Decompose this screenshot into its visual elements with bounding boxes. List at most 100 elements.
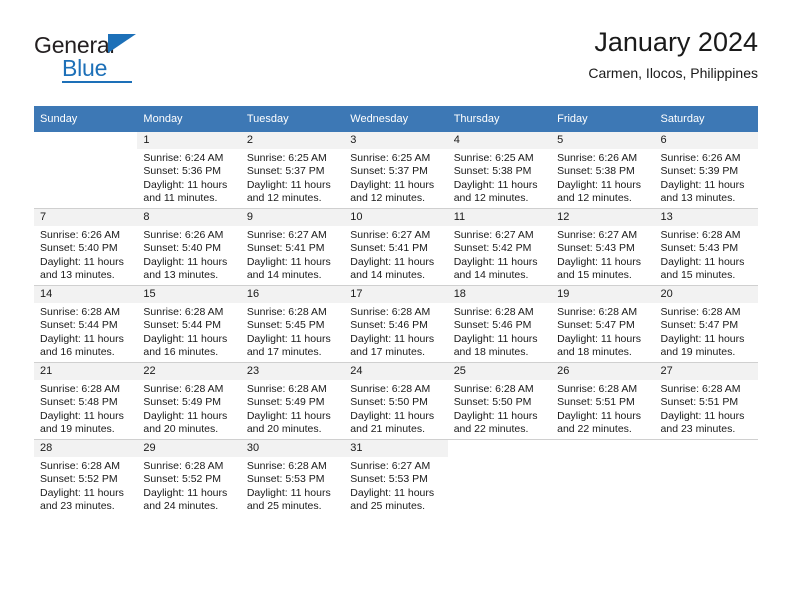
calendar-day-cell[interactable]: 10 Sunrise: 6:27 AM Sunset: 5:41 PM Dayligh…	[344, 209, 448, 285]
day-cell-inner	[551, 440, 655, 516]
calendar-day-cell[interactable]: 11 Sunrise: 6:27 AM Sunset: 5:42 PM Dayligh…	[447, 209, 552, 285]
sunset-text: Sunset: 5:40 PM	[40, 242, 118, 255]
calendar-day-cell[interactable]: 3 Sunrise: 6:25 AM Sunset: 5:37 PM Daylight…	[344, 132, 448, 208]
daylight-text-line1: Daylight: 11 hours	[350, 255, 435, 268]
weekday-header-thursday: Thursday	[447, 106, 552, 132]
daylight-text-line1: Daylight: 11 hours	[40, 332, 124, 345]
calendar-day-cell[interactable]: 5 Sunrise: 6:26 AM Sunset: 5:38 PM Daylight…	[551, 132, 655, 208]
calendar-day-cell[interactable]: 12 Sunrise: 6:27 AM Sunset: 5:43 PM Dayligh…	[551, 209, 655, 285]
day-cell-inner	[34, 132, 138, 208]
calendar-day-cell[interactable]: 16 Sunrise: 6:28 AM Sunset: 5:45 PM Dayligh…	[240, 286, 345, 362]
day-number: 26	[551, 363, 655, 380]
weekday-header-monday: Monday	[137, 106, 241, 132]
day-number: 30	[240, 440, 345, 457]
calendar-day-cell[interactable]: 17 Sunrise: 6:28 AM Sunset: 5:46 PM Dayligh…	[344, 286, 448, 362]
calendar-day-cell[interactable]: 21 Sunrise: 6:28 AM Sunset: 5:48 PM Dayligh…	[34, 363, 138, 439]
day-details	[655, 457, 758, 460]
sunset-text: Sunset: 5:49 PM	[143, 396, 222, 409]
calendar-day-cell[interactable]: 27 Sunrise: 6:28 AM Sunset: 5:51 PM Dayligh…	[654, 363, 758, 439]
day-number: 1	[137, 132, 241, 149]
day-cell-inner: 18 Sunrise: 6:28 AM Sunset: 5:46 PM Dayligh…	[447, 286, 552, 362]
calendar-day-cell[interactable]: 13 Sunrise: 6:28 AM Sunset: 5:43 PM Dayligh…	[654, 209, 758, 285]
sunset-text: Sunset: 5:39 PM	[660, 165, 739, 178]
day-number: 29	[137, 440, 241, 457]
day-details: Sunrise: 6:26 AM Sunset: 5:40 PM Daylight:…	[137, 226, 240, 283]
calendar-day-cell[interactable]: 9 Sunrise: 6:27 AM Sunset: 5:41 PM Daylight…	[240, 209, 345, 285]
daylight-text-line2: and 12 minutes.	[453, 192, 529, 205]
day-cell-inner	[654, 440, 758, 516]
calendar-day-cell[interactable]: 1 Sunrise: 6:24 AM Sunset: 5:36 PM Daylight…	[137, 132, 241, 208]
page-title: January 2024	[594, 27, 758, 57]
calendar-day-cell[interactable]: 2 Sunrise: 6:25 AM Sunset: 5:37 PM Daylight…	[240, 132, 345, 208]
calendar-day-cell[interactable]: 29 Sunrise: 6:28 AM Sunset: 5:52 PM Dayligh…	[137, 440, 241, 516]
sunrise-text: Sunrise: 6:28 AM	[246, 460, 327, 472]
page-subtitle: Carmen, Ilocos, Philippines	[588, 65, 758, 81]
day-details: Sunrise: 6:28 AM Sunset: 5:50 PM Daylight:…	[448, 380, 551, 437]
day-number: 11	[447, 209, 552, 226]
calendar-day-cell[interactable]: 26 Sunrise: 6:28 AM Sunset: 5:51 PM Dayligh…	[551, 363, 655, 439]
daylight-text-line1: Daylight: 11 hours	[246, 332, 331, 345]
sunrise-text: Sunrise: 6:27 AM	[350, 229, 431, 241]
sunrise-text: Sunrise: 6:28 AM	[143, 306, 224, 318]
daylight-text-line2: and 13 minutes.	[660, 192, 736, 205]
day-number: 3	[344, 132, 448, 149]
sunset-text: Sunset: 5:53 PM	[246, 473, 325, 486]
daylight-text-line1: Daylight: 11 hours	[557, 332, 641, 345]
daylight-text-line2: and 15 minutes.	[660, 269, 736, 282]
day-details: Sunrise: 6:28 AM Sunset: 5:49 PM Daylight:…	[241, 380, 344, 437]
calendar-day-cell[interactable]: 24 Sunrise: 6:28 AM Sunset: 5:50 PM Dayligh…	[344, 363, 448, 439]
calendar-day-cell[interactable]: 19 Sunrise: 6:28 AM Sunset: 5:47 PM Dayligh…	[551, 286, 655, 362]
sunrise-text: Sunrise: 6:28 AM	[660, 383, 741, 395]
daylight-text-line1: Daylight: 11 hours	[350, 332, 435, 345]
sunrise-text: Sunrise: 6:24 AM	[143, 152, 224, 164]
day-cell-inner: 9 Sunrise: 6:27 AM Sunset: 5:41 PM Daylight…	[240, 209, 345, 285]
day-details: Sunrise: 6:28 AM Sunset: 5:44 PM Daylight:…	[34, 303, 137, 360]
calendar-day-cell[interactable]: 4 Sunrise: 6:25 AM Sunset: 5:38 PM Daylight…	[447, 132, 552, 208]
day-number: 21	[34, 363, 138, 380]
day-details: Sunrise: 6:27 AM Sunset: 5:41 PM Daylight:…	[344, 226, 447, 283]
sunset-text: Sunset: 5:37 PM	[246, 165, 325, 178]
logo-underline	[62, 81, 132, 83]
calendar-day-cell[interactable]: 18 Sunrise: 6:28 AM Sunset: 5:46 PM Dayligh…	[447, 286, 552, 362]
calendar-day-cell[interactable]: 31 Sunrise: 6:27 AM Sunset: 5:53 PM Dayligh…	[344, 440, 448, 516]
day-number	[34, 132, 138, 149]
calendar-week-row: 14 Sunrise: 6:28 AM Sunset: 5:44 PM Dayligh…	[34, 286, 758, 362]
day-cell-inner: 25 Sunrise: 6:28 AM Sunset: 5:50 PM Dayligh…	[447, 363, 552, 439]
sunrise-text: Sunrise: 6:27 AM	[557, 229, 638, 241]
day-cell-inner: 24 Sunrise: 6:28 AM Sunset: 5:50 PM Dayligh…	[344, 363, 448, 439]
sunrise-text: Sunrise: 6:27 AM	[246, 229, 327, 241]
calendar-day-cell[interactable]: 23 Sunrise: 6:28 AM Sunset: 5:49 PM Dayligh…	[240, 363, 345, 439]
day-cell-inner: 23 Sunrise: 6:28 AM Sunset: 5:49 PM Dayligh…	[240, 363, 345, 439]
calendar-day-cell[interactable]: 8 Sunrise: 6:26 AM Sunset: 5:40 PM Daylight…	[137, 209, 241, 285]
day-details: Sunrise: 6:25 AM Sunset: 5:37 PM Daylight:…	[344, 149, 447, 206]
daylight-text-line1: Daylight: 11 hours	[453, 409, 538, 422]
day-details: Sunrise: 6:28 AM Sunset: 5:50 PM Daylight:…	[344, 380, 447, 437]
general-blue-logo[interactable]: General Blue	[34, 32, 164, 86]
sunrise-text: Sunrise: 6:25 AM	[246, 152, 327, 164]
calendar-day-cell[interactable]: 14 Sunrise: 6:28 AM Sunset: 5:44 PM Dayligh…	[34, 286, 138, 362]
sunset-text: Sunset: 5:47 PM	[557, 319, 635, 332]
daylight-text-line1: Daylight: 11 hours	[660, 332, 745, 345]
calendar-day-cell[interactable]: 7 Sunrise: 6:26 AM Sunset: 5:40 PM Daylight…	[34, 209, 138, 285]
calendar-cell-empty	[34, 132, 138, 208]
sunset-text: Sunset: 5:41 PM	[246, 242, 325, 255]
day-number: 14	[34, 286, 138, 303]
day-details: Sunrise: 6:28 AM Sunset: 5:52 PM Daylight:…	[34, 457, 137, 514]
daylight-text-line2: and 22 minutes.	[557, 423, 632, 436]
calendar-day-cell[interactable]: 22 Sunrise: 6:28 AM Sunset: 5:49 PM Dayligh…	[137, 363, 241, 439]
calendar-day-cell[interactable]: 30 Sunrise: 6:28 AM Sunset: 5:53 PM Dayligh…	[240, 440, 345, 516]
calendar-day-cell[interactable]: 20 Sunrise: 6:28 AM Sunset: 5:47 PM Dayligh…	[654, 286, 758, 362]
day-cell-inner: 16 Sunrise: 6:28 AM Sunset: 5:45 PM Dayligh…	[240, 286, 345, 362]
calendar-day-cell[interactable]: 28 Sunrise: 6:28 AM Sunset: 5:52 PM Dayligh…	[34, 440, 138, 516]
daylight-text-line1: Daylight: 11 hours	[453, 178, 538, 191]
day-number: 2	[240, 132, 345, 149]
day-number: 8	[137, 209, 241, 226]
calendar-day-cell[interactable]: 25 Sunrise: 6:28 AM Sunset: 5:50 PM Dayligh…	[447, 363, 552, 439]
calendar-day-cell[interactable]: 6 Sunrise: 6:26 AM Sunset: 5:39 PM Daylight…	[654, 132, 758, 208]
daylight-text-line2: and 16 minutes.	[40, 346, 115, 359]
daylight-text-line2: and 16 minutes.	[143, 346, 219, 359]
calendar-day-cell[interactable]: 15 Sunrise: 6:28 AM Sunset: 5:44 PM Dayligh…	[137, 286, 241, 362]
day-cell-inner: 17 Sunrise: 6:28 AM Sunset: 5:46 PM Dayligh…	[344, 286, 448, 362]
sunrise-text: Sunrise: 6:28 AM	[453, 306, 534, 318]
day-details: Sunrise: 6:25 AM Sunset: 5:38 PM Daylight:…	[448, 149, 551, 206]
